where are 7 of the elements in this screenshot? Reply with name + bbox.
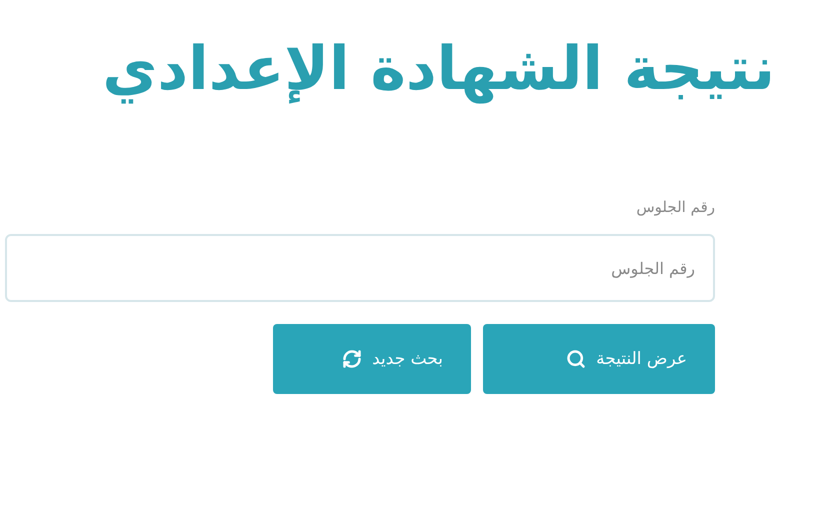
show-result-button[interactable]: عرض النتيجة (483, 324, 715, 394)
new-search-button[interactable]: بحث جديد (273, 324, 471, 394)
refresh-icon (342, 349, 362, 369)
field-label: رقم الجلوس (636, 198, 715, 216)
page-title: نتيجة الشهادة الإعدادي (102, 33, 775, 106)
seat-number-field[interactable]: رقم الجلوس (5, 234, 715, 302)
search-icon (566, 349, 586, 369)
